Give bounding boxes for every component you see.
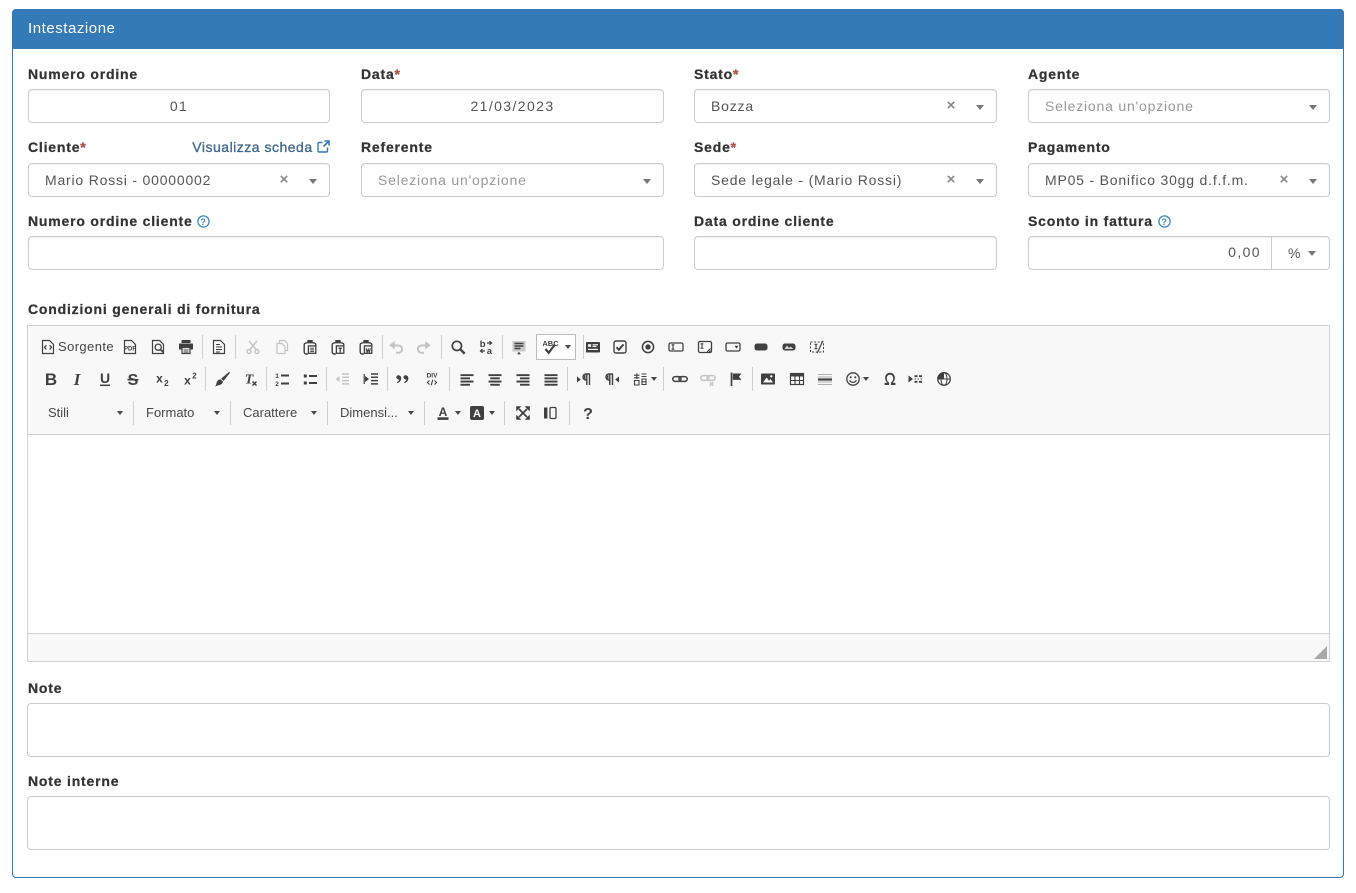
svg-text:I: I <box>73 371 82 387</box>
svg-text:?: ? <box>1161 217 1167 227</box>
svg-text:?: ? <box>583 406 593 421</box>
svg-text:A: A <box>439 405 448 419</box>
svg-text:2: 2 <box>275 381 279 387</box>
svg-text:x: x <box>156 372 163 386</box>
svg-text:b: b <box>480 339 486 350</box>
svg-text:B: B <box>45 371 57 387</box>
svg-text:A: A <box>473 408 481 420</box>
svg-text:ABC: ABC <box>543 339 559 348</box>
svg-text:?: ? <box>201 217 207 227</box>
svg-text:a: a <box>487 346 493 355</box>
svg-text:2: 2 <box>192 372 197 381</box>
svg-text:x: x <box>184 374 191 388</box>
svg-text:2: 2 <box>164 379 169 387</box>
svg-text:PDF: PDF <box>124 347 136 353</box>
svg-text:1: 1 <box>275 373 279 380</box>
svg-text:U: U <box>100 371 110 386</box>
svg-text:DIV: DIV <box>427 373 439 380</box>
